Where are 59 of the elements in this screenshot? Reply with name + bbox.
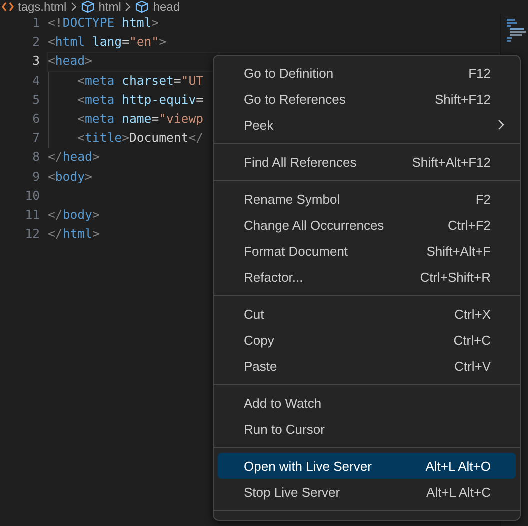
- shortcut-text: Ctrl+F2: [448, 218, 491, 232]
- code-line: </body>: [48, 206, 100, 224]
- menu-item[interactable]: Run to Cursor: [218, 416, 516, 442]
- code-line: <meta name="viewp: [76, 110, 204, 128]
- menu-item[interactable]: Paste Ctrl+V: [218, 353, 516, 379]
- shortcut-text: Ctrl+V: [454, 358, 491, 374]
- line-number: 3: [32, 53, 40, 70]
- line-number: 8: [32, 149, 40, 166]
- shortcut-text: Alt+L Alt+C: [426, 484, 491, 500]
- menu-item[interactable]: Add to Watch: [218, 390, 516, 416]
- menu-item[interactable]: Change All Occurrences Ctrl+F2: [218, 212, 516, 238]
- menu-item[interactable]: Copy Ctrl+C: [218, 327, 516, 353]
- line-number: 5: [32, 92, 40, 109]
- line-number: 2: [32, 34, 40, 52]
- cube-icon: [135, 0, 150, 14]
- menu-item[interactable]: Rename Symbol F2: [218, 186, 516, 212]
- menu-item[interactable]: Peek: [218, 112, 516, 138]
- menu-item[interactable]: Go to Definition F12: [218, 60, 516, 86]
- shortcut-text: Ctrl+C: [454, 332, 491, 348]
- line-number: 9: [32, 168, 40, 186]
- shortcut-text: F2: [476, 192, 491, 206]
- menu-item[interactable]: Go to References Shift+F12: [218, 86, 516, 112]
- menu-item[interactable]: Stop Live Server Alt+L Alt+C: [218, 479, 516, 505]
- breadcrumb-item[interactable]: tags.html: [18, 0, 67, 14]
- menu-item[interactable]: Cut Ctrl+X: [218, 301, 516, 327]
- code-line: <body>: [48, 168, 92, 186]
- shortcut-text: Ctrl+Shift+R: [420, 270, 491, 284]
- menu-item[interactable]: Find All References Shift+Alt+F12: [218, 149, 516, 175]
- shortcut-text: Shift+Alt+F: [426, 244, 491, 258]
- chevron-right-icon: [70, 2, 78, 12]
- line-number: 6: [32, 110, 40, 128]
- line-number: 10: [24, 188, 40, 205]
- html-file-icon: [2, 1, 14, 13]
- shortcut-text: F12: [468, 66, 491, 80]
- shortcut-text: Shift+F12: [434, 92, 491, 106]
- line-number: 7: [32, 130, 40, 148]
- code-line: <meta charset="UT: [76, 72, 204, 90]
- line-number: 11: [24, 206, 40, 224]
- menu-item[interactable]: Open with Live Server Alt+L Alt+O: [218, 453, 516, 479]
- code-line: <!DOCTYPE html>: [48, 15, 160, 32]
- menu-item[interactable]: Refactor... Ctrl+Shift+R: [218, 264, 516, 290]
- code-line: <meta http-equiv=: [76, 92, 204, 109]
- chevron-right-icon: [124, 2, 132, 12]
- breadcrumb-item[interactable]: head: [153, 0, 180, 14]
- code-line: </html>: [48, 226, 100, 244]
- minimap-drawing: [507, 19, 527, 43]
- menu-item[interactable]: Format Document Shift+Alt+F: [218, 238, 516, 264]
- shortcut-text: Ctrl+X: [454, 306, 491, 322]
- breadcrumb-item[interactable]: html: [98, 0, 122, 14]
- shortcut-text: Alt+L Alt+O: [426, 458, 491, 474]
- line-number: 4: [32, 72, 40, 90]
- line-number: 1: [32, 15, 40, 32]
- code-line: <html lang="en">: [48, 34, 166, 52]
- code-line: </head>: [48, 149, 100, 166]
- line-number: 12: [24, 226, 40, 244]
- code-line: <head>: [48, 53, 92, 70]
- shortcut-text: Shift+Alt+F12: [412, 154, 491, 170]
- cube-icon: [80, 0, 95, 14]
- code-line: <title>Document</: [76, 130, 204, 148]
